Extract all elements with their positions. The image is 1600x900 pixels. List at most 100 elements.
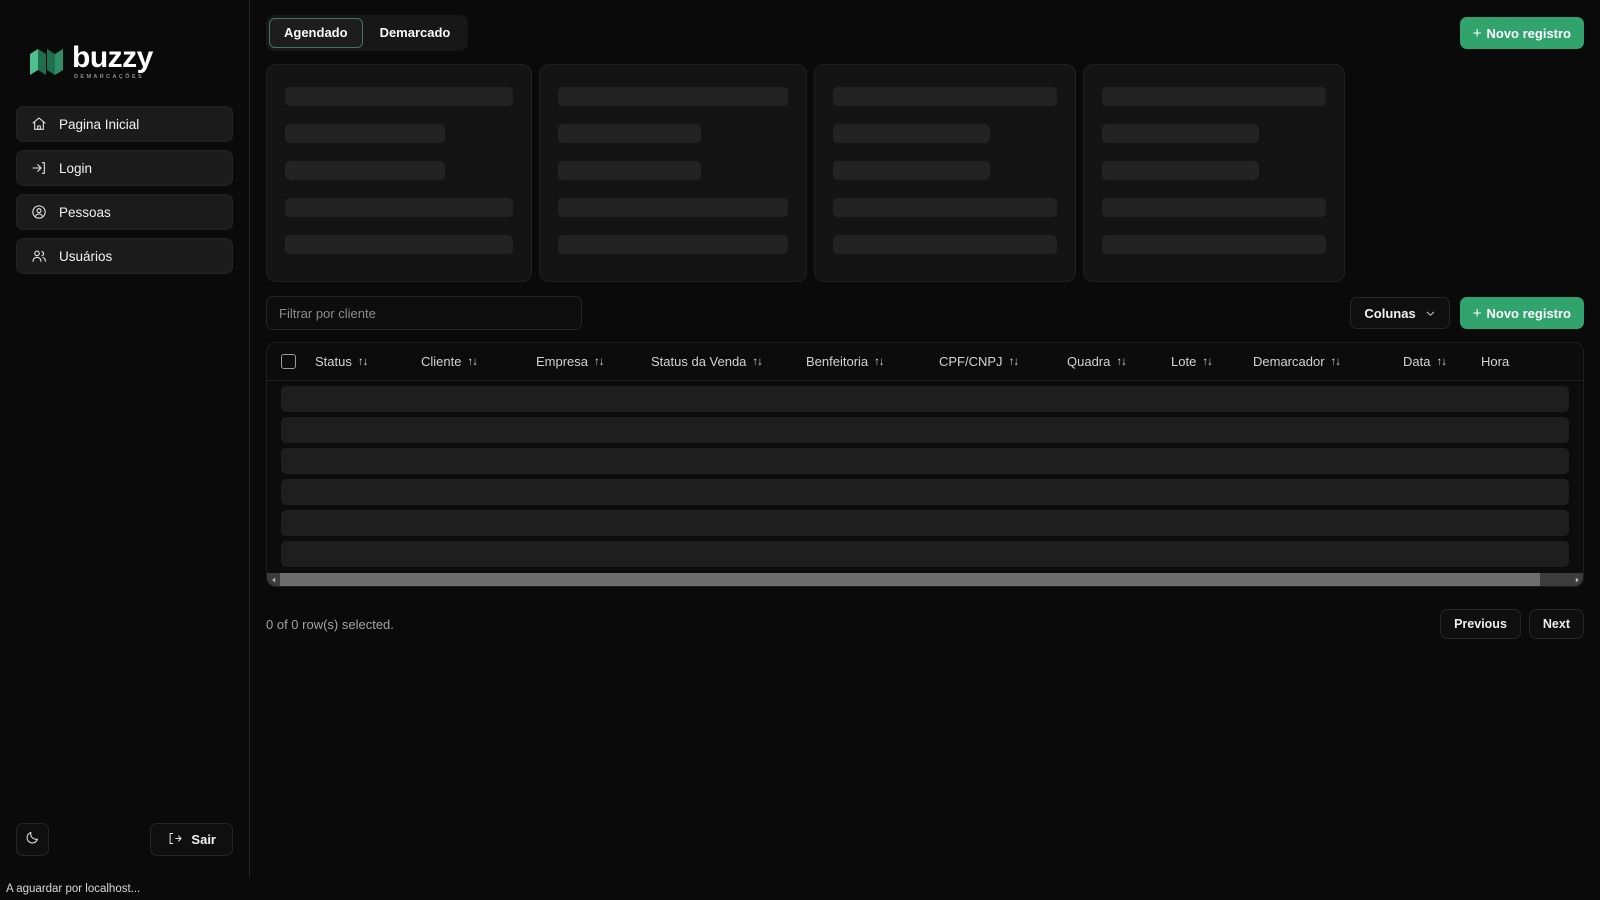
- column-header-benfeitoria[interactable]: Benfeitoria ↑↓: [806, 354, 939, 369]
- summary-cards-row: [266, 64, 1584, 282]
- column-header-lote[interactable]: Lote ↑↓: [1171, 354, 1253, 369]
- app-root: buzzy DEMARCAÇÕES Pagina Inicial Login: [0, 0, 1600, 900]
- row-skeleton: [281, 510, 1569, 536]
- table-body: [267, 381, 1583, 573]
- scroll-left-arrow-icon[interactable]: [267, 573, 280, 586]
- skeleton-bar: [1102, 198, 1326, 217]
- column-header-cliente[interactable]: Cliente ↑↓: [421, 354, 536, 369]
- sidebar-item-login[interactable]: Login: [16, 150, 233, 186]
- column-label: Demarcador: [1253, 354, 1325, 369]
- row-skeleton: [281, 386, 1569, 412]
- moon-icon: [25, 830, 40, 850]
- column-header-demarcador[interactable]: Demarcador ↑↓: [1253, 354, 1403, 369]
- column-header-empresa[interactable]: Empresa ↑↓: [536, 354, 651, 369]
- column-label: Status da Venda: [651, 354, 746, 369]
- skeleton-bar: [558, 87, 788, 106]
- table-row[interactable]: [267, 474, 1583, 505]
- skeleton-bar: [285, 161, 445, 180]
- new-record-label: Novo registro: [1486, 26, 1571, 41]
- logout-icon: [167, 831, 182, 849]
- previous-page-button[interactable]: Previous: [1440, 609, 1521, 639]
- row-skeleton: [281, 479, 1569, 505]
- theme-toggle-button[interactable]: [16, 823, 49, 856]
- records-table: Status ↑↓ Cliente ↑↓ Empresa ↑↓ Status d…: [266, 342, 1584, 587]
- tab-demarcado[interactable]: Demarcado: [365, 18, 466, 48]
- column-header-hora[interactable]: Hora: [1481, 354, 1541, 369]
- row-skeleton: [281, 448, 1569, 474]
- scroll-right-arrow-icon[interactable]: [1570, 573, 1583, 586]
- logout-label: Sair: [191, 832, 216, 847]
- main-content: Agendado Demarcado + Novo registro: [250, 0, 1600, 900]
- column-header-status-da-venda[interactable]: Status da Venda ↑↓: [651, 354, 806, 369]
- sidebar-item-usuarios[interactable]: Usuários: [16, 238, 233, 274]
- table-row[interactable]: [267, 381, 1583, 412]
- top-toolbar: Agendado Demarcado + Novo registro: [266, 14, 1584, 52]
- column-header-data[interactable]: Data ↑↓: [1403, 354, 1481, 369]
- skeleton-bar: [833, 198, 1057, 217]
- table-row[interactable]: [267, 412, 1583, 443]
- sidebar-nav: Pagina Inicial Login Pessoas Usuários: [0, 96, 249, 274]
- column-header-status[interactable]: Status ↑↓: [315, 354, 421, 369]
- scrollbar-track[interactable]: [280, 573, 1570, 586]
- new-record-button-top[interactable]: + Novo registro: [1460, 17, 1584, 49]
- column-header-cpf-cnpj[interactable]: CPF/CNPJ ↑↓: [939, 354, 1067, 369]
- column-label: Status: [315, 354, 352, 369]
- column-label: Benfeitoria: [806, 354, 868, 369]
- scrollbar-thumb[interactable]: [280, 573, 1540, 586]
- filter-client-input[interactable]: [266, 296, 582, 330]
- brand-name: buzzy: [72, 43, 153, 73]
- buzzy-logo-icon: [30, 46, 64, 78]
- column-label: Empresa: [536, 354, 588, 369]
- sort-icon: ↑↓: [752, 356, 762, 368]
- skeleton-bar: [1102, 161, 1259, 180]
- chevron-down-icon: [1425, 308, 1436, 319]
- skeleton-card-1: [266, 64, 532, 282]
- sort-icon: ↑↓: [594, 356, 604, 368]
- column-label: CPF/CNPJ: [939, 354, 1003, 369]
- table-row[interactable]: [267, 505, 1583, 536]
- skeleton-bar: [285, 124, 445, 143]
- skeleton-bar: [558, 198, 788, 217]
- brand-logo[interactable]: buzzy DEMARCAÇÕES: [0, 0, 249, 96]
- column-label: Data: [1403, 354, 1430, 369]
- sidebar-item-label: Usuários: [59, 249, 112, 264]
- skeleton-card-3: [814, 64, 1076, 282]
- column-label: Lote: [1171, 354, 1196, 369]
- new-record-label: Novo registro: [1486, 306, 1571, 321]
- column-label: Cliente: [421, 354, 461, 369]
- next-page-button[interactable]: Next: [1529, 609, 1584, 639]
- sidebar-item-pessoas[interactable]: Pessoas: [16, 194, 233, 230]
- table-row[interactable]: [267, 443, 1583, 474]
- plus-icon: +: [1473, 26, 1482, 41]
- column-label: Quadra: [1067, 354, 1110, 369]
- rows-selected-status: 0 of 0 row(s) selected.: [266, 617, 394, 632]
- column-header-quadra[interactable]: Quadra ↑↓: [1067, 354, 1171, 369]
- user-circle-icon: [31, 204, 47, 220]
- table-footer: 0 of 0 row(s) selected. Previous Next: [266, 609, 1584, 639]
- home-icon: [31, 116, 47, 132]
- sort-icon: ↑↓: [467, 356, 477, 368]
- skeleton-bar: [558, 161, 701, 180]
- browser-status-bar: A aguardar por localhost...: [0, 878, 530, 900]
- skeleton-bar: [833, 161, 990, 180]
- skeleton-bar: [1102, 87, 1326, 106]
- new-record-button-table[interactable]: + Novo registro: [1460, 297, 1584, 329]
- skeleton-bar: [1102, 124, 1259, 143]
- tab-agendado[interactable]: Agendado: [269, 18, 363, 48]
- sidebar-item-pagina-inicial[interactable]: Pagina Inicial: [16, 106, 233, 142]
- table-horizontal-scrollbar[interactable]: [267, 573, 1583, 586]
- skeleton-bar: [285, 235, 513, 254]
- skeleton-bar: [833, 87, 1057, 106]
- columns-dropdown-button[interactable]: Colunas: [1350, 297, 1449, 329]
- select-all-checkbox[interactable]: [281, 354, 296, 369]
- column-label: Hora: [1481, 354, 1509, 369]
- sort-icon: ↑↓: [1436, 356, 1446, 368]
- users-icon: [31, 248, 47, 264]
- status-text: A aguardar por localhost...: [6, 883, 140, 895]
- table-row[interactable]: [267, 536, 1583, 567]
- skeleton-bar: [285, 87, 513, 106]
- logout-button[interactable]: Sair: [150, 823, 233, 856]
- table-toolbar-actions: Colunas + Novo registro: [1350, 297, 1584, 329]
- skeleton-card-2: [539, 64, 807, 282]
- sidebar-item-label: Pagina Inicial: [59, 117, 139, 132]
